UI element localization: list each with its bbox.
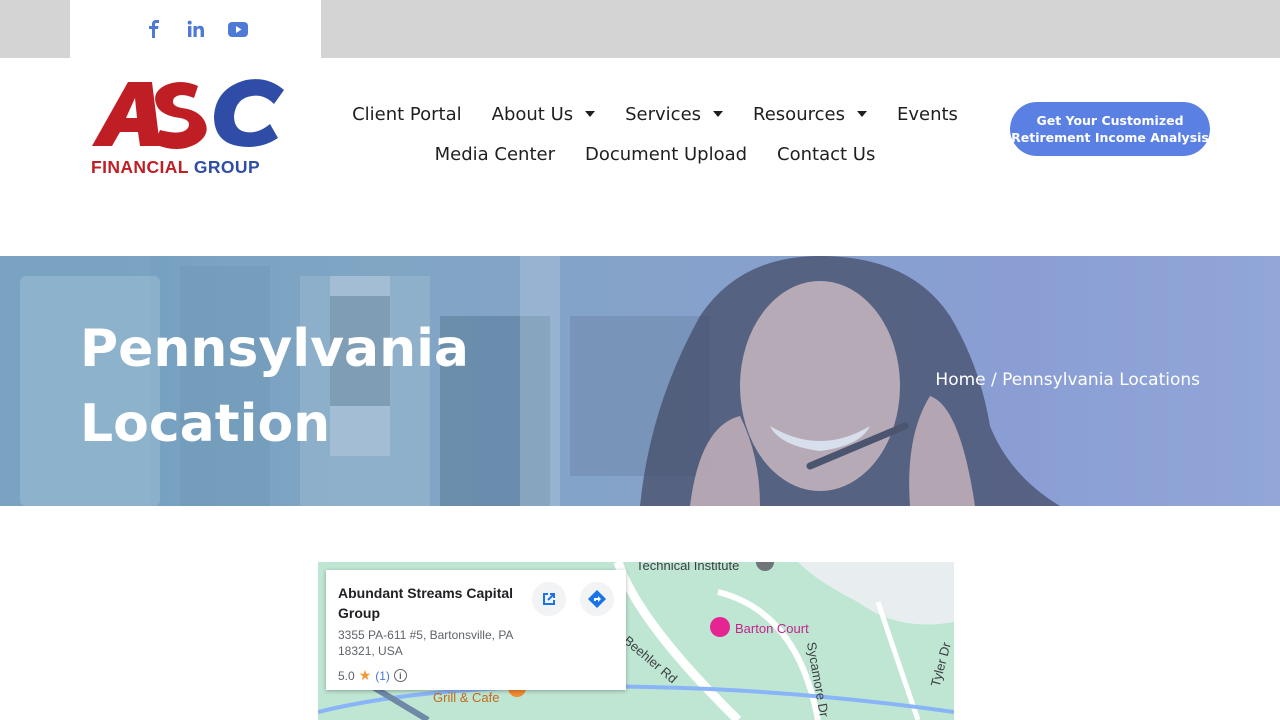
social-links — [70, 0, 321, 58]
rating-value: 5.0 — [338, 668, 355, 683]
page-title: Pennsylvania Location — [80, 312, 469, 462]
place-name: Abundant Streams Capital Group — [338, 585, 514, 621]
map-label-grill-cafe: Grill & Cafe — [433, 690, 500, 705]
nav-client-portal[interactable]: Client Portal — [352, 104, 462, 125]
info-icon[interactable]: i — [393, 669, 407, 682]
nav-document-upload[interactable]: Document Upload — [585, 144, 747, 165]
nav-about-us-label: About Us — [491, 103, 574, 125]
nav-contact-us-label: Contact Us — [777, 143, 876, 165]
nav-resources[interactable]: Resources — [753, 104, 867, 125]
cta-line-2: Retirement Income Analysis — [1011, 130, 1209, 145]
main-nav: Client Portal About Us Services Resource… — [340, 94, 970, 174]
chevron-down-icon — [713, 111, 724, 117]
nav-events[interactable]: Events — [897, 104, 958, 125]
place-rating: 5.0 ★ (1) i — [338, 667, 614, 684]
place-address: 3355 PA-611 #5, Bartonsville, PA 18321, … — [338, 628, 513, 658]
review-count[interactable]: (1) — [375, 669, 390, 683]
logo-group-text: GROUP — [193, 157, 261, 177]
star-icon: ★ — [358, 667, 372, 683]
place-card: Abundant Streams Capital Group 3355 PA-6… — [326, 570, 626, 690]
nav-events-label: Events — [896, 103, 958, 125]
open-in-maps-button[interactable] — [532, 582, 566, 616]
nav-document-upload-label: Document Upload — [585, 143, 748, 165]
youtube-icon[interactable] — [227, 19, 248, 39]
cta-line-1: Get Your Customized — [1036, 113, 1184, 128]
linkedin-icon[interactable] — [186, 19, 206, 39]
top-bar — [0, 0, 1280, 58]
nav-row-1: Client Portal About Us Services Resource… — [340, 94, 970, 134]
breadcrumb[interactable]: Home / Pennsylvania Locations — [935, 370, 1200, 390]
facebook-icon[interactable] — [144, 19, 164, 39]
hero-banner: Pennsylvania Location Home / Pennsylvani… — [0, 256, 1280, 506]
logo-subtitle: FINANCIAL GROUP — [91, 157, 260, 178]
nav-row-2: Media Center Document Upload Contact Us — [340, 134, 970, 174]
chevron-down-icon — [856, 111, 867, 117]
nav-media-center[interactable]: Media Center — [435, 144, 555, 165]
retirement-analysis-button[interactable]: Get Your Customized Retirement Income An… — [1010, 102, 1210, 156]
page-title-line-1: Pennsylvania — [80, 319, 470, 379]
external-link-icon — [543, 593, 555, 605]
site-header: FINANCIAL GROUP Client Portal About Us S… — [0, 58, 1280, 256]
map-label-barton-court: Barton Court — [735, 621, 809, 636]
nav-contact-us[interactable]: Contact Us — [777, 144, 875, 165]
nav-services[interactable]: Services — [625, 103, 724, 125]
google-map[interactable]: Technical Institute Barton Court Beehler… — [318, 562, 954, 720]
nav-resources-label: Resources — [753, 103, 845, 125]
chevron-down-icon — [585, 111, 596, 117]
page-title-line-2: Location — [80, 394, 331, 454]
nav-about-us[interactable]: About Us — [492, 104, 596, 125]
directions-icon — [588, 590, 606, 608]
nav-client-portal-label: Client Portal — [352, 103, 462, 125]
logo-financial-text: FINANCIAL — [91, 157, 189, 177]
directions-button[interactable] — [580, 582, 614, 616]
nav-services-label: Services — [625, 103, 702, 125]
map-label-technical-institute: Technical Institute — [636, 562, 740, 573]
nav-media-center-label: Media Center — [434, 143, 555, 165]
